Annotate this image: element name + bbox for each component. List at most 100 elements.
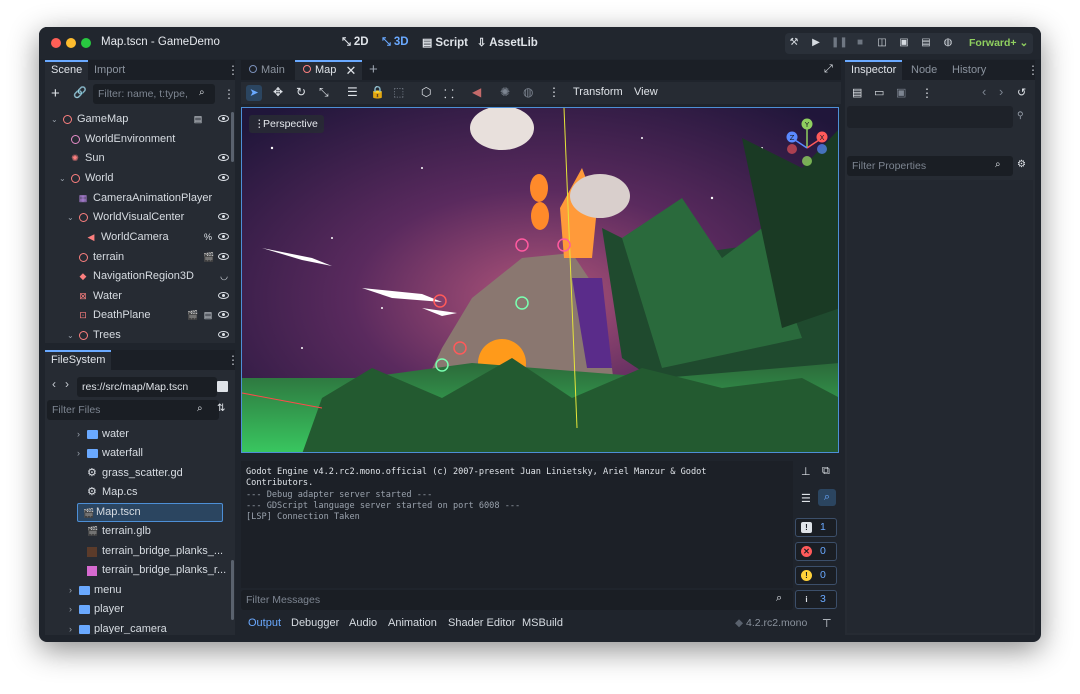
tab-map[interactable]: Map ✕: [295, 60, 363, 80]
clear-output-icon[interactable]: ⊥: [801, 465, 811, 478]
tab-debugger[interactable]: Debugger: [291, 617, 339, 629]
environment-toggle-icon[interactable]: ◍: [523, 85, 533, 99]
object-selector[interactable]: [847, 106, 1013, 128]
chevron-down-icon[interactable]: ⌄: [51, 110, 58, 129]
file-item-terrain-glb[interactable]: 🎬 terrain.glb: [51, 522, 229, 541]
errors-all-toggle[interactable]: ! 1: [795, 518, 837, 537]
lock-icon[interactable]: 🔒: [370, 85, 385, 99]
file-item-map-tscn[interactable]: 🎬 Map.tscn: [77, 503, 223, 522]
tree-item-terrain[interactable]: terrain 🎬: [51, 248, 229, 267]
mode-3d-button[interactable]: ⤡ 3D: [382, 36, 409, 49]
view-menu[interactable]: View: [634, 86, 658, 98]
hidden-eye-icon[interactable]: ◡: [219, 271, 229, 281]
sort-icon[interactable]: ⇅: [217, 403, 225, 414]
preview-menu-icon[interactable]: ⋮: [548, 85, 560, 99]
split-mode-icon[interactable]: [217, 381, 228, 392]
save-icon[interactable]: ▣: [896, 86, 906, 99]
maximize-window-button[interactable]: [81, 38, 91, 48]
script-icon[interactable]: ▤: [193, 114, 203, 124]
errors-toggle[interactable]: ✕ 0: [795, 542, 837, 561]
mode-script-button[interactable]: ▤ Script: [422, 36, 468, 49]
tree-item-water[interactable]: ⊠ Water: [51, 287, 229, 306]
group-icon[interactable]: ⬚: [393, 85, 404, 99]
scene-filter-input[interactable]: Filter: name, t:type,: [93, 84, 215, 104]
list-select-icon[interactable]: ☰: [347, 85, 358, 99]
file-item-water[interactable]: › water: [51, 425, 229, 444]
chevron-right-icon[interactable]: ›: [999, 84, 1003, 99]
file-list-scrollbar[interactable]: [231, 560, 234, 620]
play-icon[interactable]: ▶: [809, 37, 823, 50]
3d-viewport[interactable]: Y X Z ⋮ Perspective: [241, 107, 839, 453]
copy-icon[interactable]: ⧉: [822, 465, 830, 478]
scale-tool-icon[interactable]: ⤡: [319, 85, 329, 100]
filter-properties-input[interactable]: Filter Properties: [847, 156, 1013, 176]
mode-assetlib-button[interactable]: ⇩ AssetLib: [477, 36, 538, 49]
remote-debug-icon[interactable]: ◫: [875, 37, 889, 50]
link-icon[interactable]: 🔗: [73, 86, 87, 99]
mode-2d-button[interactable]: ⤡ 2D: [342, 36, 369, 49]
tree-item-cameraanimationplayer[interactable]: ▦ CameraAnimationPlayer: [51, 189, 229, 208]
chevron-right-icon[interactable]: ›: [65, 377, 69, 391]
tree-item-navigationregion3d[interactable]: ◆ NavigationRegion3D ◡: [51, 267, 229, 286]
rotate-tool-icon[interactable]: ↻: [296, 85, 306, 99]
scene-filter-menu-icon[interactable]: ⋮: [223, 88, 235, 100]
snap-icon[interactable]: ⸬: [444, 85, 454, 102]
visibility-eye-icon[interactable]: [218, 154, 229, 161]
filter-messages-input[interactable]: Filter Messages: [241, 590, 793, 610]
collapse-icon[interactable]: ☰: [801, 492, 811, 505]
tab-inspector[interactable]: Inspector: [845, 60, 903, 80]
add-tab-icon[interactable]: +: [369, 61, 378, 78]
close-icon[interactable]: ✕: [346, 62, 357, 79]
visibility-eye-icon[interactable]: [218, 174, 229, 181]
tree-item-sun[interactable]: ✺ Sun: [51, 149, 229, 168]
pause-icon[interactable]: ❚❚: [831, 37, 848, 50]
open-folder-icon[interactable]: ▭: [874, 86, 884, 99]
select-tool-icon[interactable]: ➤: [246, 85, 262, 101]
close-window-button[interactable]: [51, 38, 61, 48]
tab-main[interactable]: Main: [241, 60, 291, 80]
script-icon[interactable]: ▤: [203, 310, 213, 320]
perspective-menu[interactable]: ⋮ Perspective: [249, 115, 324, 133]
visibility-eye-icon[interactable]: [218, 331, 229, 338]
history-icon[interactable]: ↺: [1017, 86, 1026, 99]
movie-maker-icon[interactable]: ◍: [941, 37, 955, 50]
tree-item-world[interactable]: ⌄ World: [51, 169, 229, 188]
file-item-map-cs[interactable]: ⚙ Map.cs: [51, 483, 229, 502]
tree-item-trees[interactable]: ⌄ Trees: [51, 326, 229, 342]
expand-panel-icon[interactable]: ⊤: [822, 617, 832, 630]
visibility-eye-icon[interactable]: [218, 253, 229, 260]
hammer-icon[interactable]: ⚒: [787, 37, 801, 50]
chevron-right-icon[interactable]: ›: [77, 444, 80, 463]
resource-menu-icon[interactable]: ⋮: [921, 86, 933, 100]
file-item-waterfall[interactable]: › waterfall: [51, 444, 229, 463]
info-toggle[interactable]: i3: [795, 590, 837, 609]
scene-tree-scrollbar[interactable]: [231, 112, 234, 162]
transform-menu[interactable]: Transform: [573, 86, 623, 98]
tab-import[interactable]: Import: [88, 60, 131, 80]
filter-search-icon[interactable]: ⌕: [818, 489, 836, 506]
path-field[interactable]: res://src/map/Map.tscn: [77, 377, 217, 397]
file-item-terrain-bridge-1[interactable]: terrain_bridge_planks_...: [51, 542, 229, 561]
tab-msbuild[interactable]: MSBuild: [522, 617, 563, 629]
visibility-eye-icon[interactable]: [218, 311, 229, 318]
play-custom-scene-icon[interactable]: ▤: [919, 37, 933, 50]
percent-icon[interactable]: %: [203, 232, 213, 242]
visibility-eye-icon[interactable]: [218, 115, 229, 122]
tab-animation[interactable]: Animation: [388, 617, 437, 629]
tab-shader-editor[interactable]: Shader Editor: [448, 617, 515, 629]
visibility-eye-icon[interactable]: [218, 213, 229, 220]
chevron-right-icon[interactable]: ›: [69, 581, 72, 600]
chevron-left-icon[interactable]: ‹: [982, 84, 986, 99]
camera-override-icon[interactable]: ◀: [472, 85, 481, 99]
tab-output[interactable]: Output: [248, 617, 281, 629]
file-item-menu[interactable]: › menu: [51, 581, 229, 600]
tab-audio[interactable]: Audio: [349, 617, 377, 629]
new-resource-icon[interactable]: ▤: [852, 86, 862, 99]
play-scene-icon[interactable]: ▣: [897, 37, 911, 50]
chevron-right-icon[interactable]: ›: [69, 600, 72, 619]
warnings-toggle[interactable]: ! 0: [795, 566, 837, 585]
visibility-eye-icon[interactable]: [218, 233, 229, 240]
tab-history[interactable]: History: [946, 60, 992, 80]
inspector-menu-icon[interactable]: ⋮: [1027, 64, 1039, 76]
chevron-down-icon[interactable]: ⌄: [67, 208, 74, 227]
